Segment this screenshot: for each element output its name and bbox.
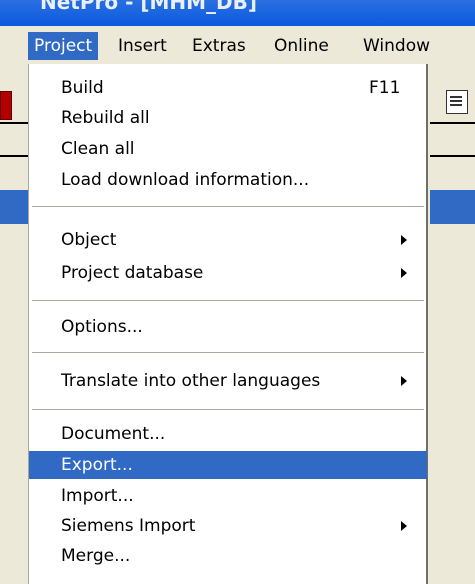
project-dropdown-menu: Build F11 Rebuild all Clean all Load dow… <box>28 64 428 584</box>
menu-separator <box>32 409 424 411</box>
menu-item-label: Siemens Import <box>61 516 196 536</box>
shortcut-label: F11 <box>369 78 401 98</box>
menu-bar: Project Insert Extras Online Window <box>0 26 475 64</box>
menu-item-siemens-import[interactable]: Siemens Import <box>29 512 427 540</box>
menu-item-options[interactable]: Options... <box>29 313 427 341</box>
menu-item-load-download-information[interactable]: Load download information... <box>29 166 427 194</box>
menu-item-label: Import... <box>61 486 134 506</box>
submenu-arrow-icon <box>401 521 407 531</box>
title-bar: NetPro - [MHM_DB] <box>0 0 475 26</box>
menu-item-import[interactable]: Import... <box>29 482 427 510</box>
menu-item-label: Export... <box>61 455 133 475</box>
menu-item-object[interactable]: Object <box>29 226 427 254</box>
menu-item-label: Project database <box>61 263 204 283</box>
menu-item-project-database[interactable]: Project database <box>29 259 427 287</box>
menu-separator <box>32 352 424 354</box>
submenu-arrow-icon <box>401 268 407 278</box>
menu-separator <box>32 300 424 302</box>
toolbar-divider <box>0 122 28 124</box>
background-selection-strip <box>0 190 28 224</box>
menu-separator <box>32 206 424 208</box>
menu-item-label: Translate into other languages <box>61 371 321 391</box>
menu-item-label: Options... <box>61 317 143 337</box>
menu-item-label: Load download information... <box>61 170 310 190</box>
menu-item-label: Merge... <box>61 546 131 566</box>
toolbar-button-partial[interactable] <box>0 91 12 120</box>
toolbar-divider <box>430 122 475 124</box>
menu-item-label: Clean all <box>61 139 135 159</box>
submenu-arrow-icon <box>401 235 407 245</box>
menu-extras[interactable]: Extras <box>186 32 252 60</box>
background-selection-strip <box>430 190 475 224</box>
window-title: NetPro - [MHM_DB] <box>40 0 258 14</box>
menu-item-label: Build <box>61 78 104 98</box>
menu-item-label: Object <box>61 230 117 250</box>
menu-item-build[interactable]: Build F11 <box>29 74 427 102</box>
menu-item-label: Rebuild all <box>61 108 150 128</box>
menu-window[interactable]: Window <box>357 32 436 60</box>
menu-item-export[interactable]: Export... <box>29 451 427 479</box>
menu-project[interactable]: Project <box>28 32 99 60</box>
menu-item-rebuild-all[interactable]: Rebuild all <box>29 104 427 132</box>
menu-item-merge[interactable]: Merge... <box>29 542 427 570</box>
menu-item-translate-into-other-languages[interactable]: Translate into other languages <box>29 367 427 395</box>
menu-item-clean-all[interactable]: Clean all <box>29 135 427 163</box>
submenu-arrow-icon <box>401 376 407 386</box>
menu-item-document[interactable]: Document... <box>29 420 427 448</box>
menu-online[interactable]: Online <box>268 32 335 60</box>
menu-item-label: Document... <box>61 424 166 444</box>
document-icon[interactable] <box>446 90 468 114</box>
toolbar-divider <box>430 155 475 157</box>
toolbar-divider <box>0 155 28 157</box>
menu-insert[interactable]: Insert <box>112 32 173 60</box>
